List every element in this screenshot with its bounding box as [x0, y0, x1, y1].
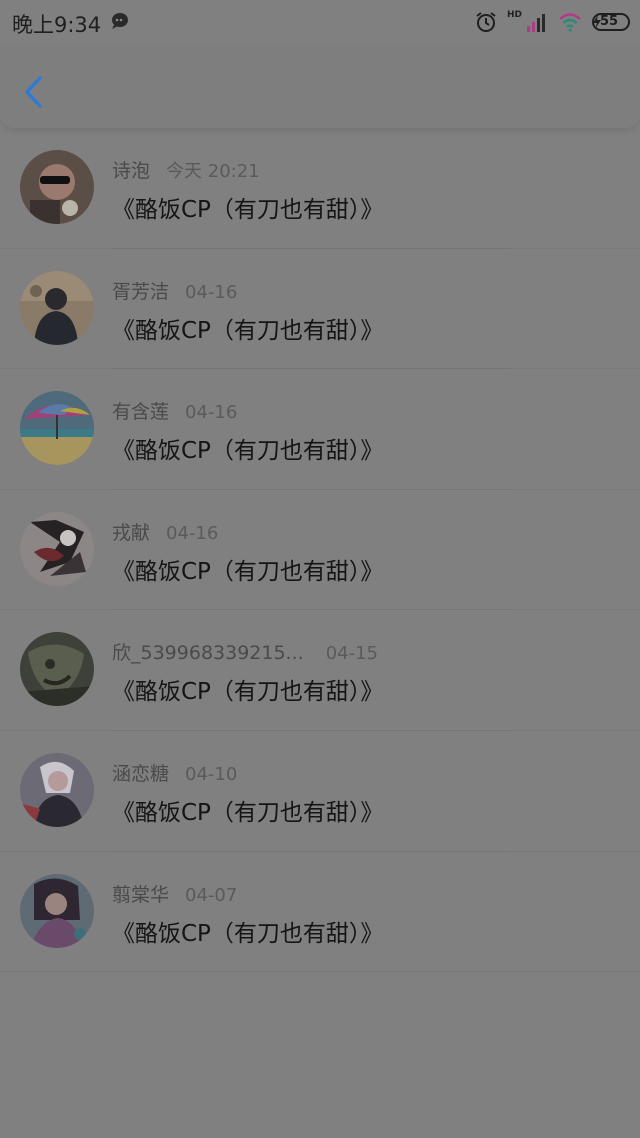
user-name[interactable]: 有含莲: [112, 401, 169, 423]
user-name[interactable]: 欣_539968339215...: [112, 642, 304, 664]
item-title[interactable]: 《酪饭CP（有刀也有甜）》: [112, 793, 383, 827]
item-title[interactable]: 《酪饭CP（有刀也有甜）》: [112, 552, 383, 586]
item-date: 04-15: [325, 643, 378, 665]
item-title[interactable]: 《酪饭CP（有刀也有甜）》: [112, 672, 383, 706]
alarm-icon: [476, 12, 496, 32]
avatar[interactable]: [20, 752, 94, 827]
list-item[interactable]: 翦棠华 04-07 《酪饭CP（有刀也有甜）》: [0, 852, 640, 973]
item-title[interactable]: 《酪饭CP（有刀也有甜）》: [112, 311, 383, 345]
item-date: 04-16: [185, 281, 238, 303]
item-date: 今天 20:21: [166, 161, 260, 182]
avatar[interactable]: [20, 873, 94, 948]
list-item[interactable]: 欣_539968339215... 04-15 《酪饭CP（有刀也有甜）》: [0, 610, 640, 731]
item-date: 04-16: [185, 402, 238, 424]
status-time: 晚上9:34: [12, 13, 102, 37]
avatar[interactable]: [20, 391, 94, 466]
user-list: 诗泡 今天 20:21 《酪饭CP（有刀也有甜）》 胥芳洁 04-16 《酪饭CP（…: [0, 128, 640, 973]
item-date: 04-07: [185, 884, 238, 906]
item-title[interactable]: 《酪饭CP（有刀也有甜）》: [112, 431, 383, 465]
status-bar: 晚上9:34 HD 55: [0, 0, 640, 44]
item-meta: 诗泡 今天 20:21: [112, 156, 260, 183]
item-meta: 翦棠华 04-07: [112, 880, 237, 907]
user-name[interactable]: 戎献: [112, 522, 150, 544]
user-name[interactable]: 胥芳洁: [112, 281, 169, 303]
item-meta: 胥芳洁 04-16: [112, 277, 237, 304]
item-date: 04-16: [166, 522, 219, 544]
list-item[interactable]: 戎献 04-16 《酪饭CP（有刀也有甜）》: [0, 490, 640, 611]
signal-icon: [527, 14, 545, 32]
item-meta: 欣_539968339215... 04-15: [112, 638, 378, 665]
user-name[interactable]: 翦棠华: [112, 884, 169, 906]
item-meta: 戎献 04-16: [112, 518, 218, 545]
chat-icon: [112, 13, 128, 29]
list-item[interactable]: 涵恋糖 04-10 《酪饭CP（有刀也有甜）》: [0, 731, 640, 852]
list-item[interactable]: 胥芳洁 04-16 《酪饭CP（有刀也有甜）》: [0, 249, 640, 370]
item-meta: 有含莲 04-16: [112, 397, 237, 424]
item-meta: 涵恋糖 04-10: [112, 759, 237, 786]
battery-level: 55: [600, 14, 619, 29]
list-item[interactable]: 有含莲 04-16 《酪饭CP（有刀也有甜）》: [0, 369, 640, 490]
wifi-icon: [559, 13, 581, 32]
item-title[interactable]: 《酪饭CP（有刀也有甜）》: [112, 190, 383, 224]
item-date: 04-10: [185, 763, 238, 785]
avatar[interactable]: [20, 511, 94, 586]
chevron-left-icon[interactable]: [18, 74, 52, 110]
item-title[interactable]: 《酪饭CP（有刀也有甜）》: [112, 914, 383, 948]
network-badge: HD: [506, 10, 522, 20]
avatar[interactable]: [20, 270, 94, 345]
user-name[interactable]: 涵恋糖: [112, 763, 169, 785]
list-item[interactable]: 诗泡 今天 20:21 《酪饭CP（有刀也有甜）》: [0, 128, 640, 249]
battery-icon: 55: [592, 13, 630, 31]
user-name[interactable]: 诗泡: [112, 160, 150, 182]
avatar[interactable]: [20, 632, 94, 707]
avatar[interactable]: [20, 150, 94, 224]
header-bar: [0, 44, 640, 128]
